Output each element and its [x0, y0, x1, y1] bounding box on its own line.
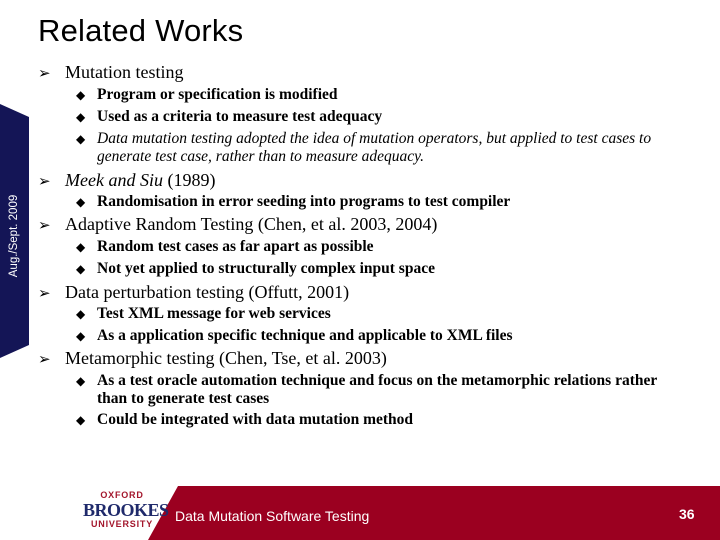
- sub-bullet: ◆ Test XML message for web services: [76, 305, 687, 323]
- sub-bullet: ◆ Could be integrated with data mutation…: [76, 411, 687, 429]
- logo-brookes: BROOKES: [83, 500, 169, 520]
- diamond-icon: ◆: [76, 240, 86, 254]
- diamond-icon: ◆: [76, 329, 86, 343]
- heading-authors: Meek and Siu: [65, 170, 163, 190]
- sub-bullet-text: Random test cases as far apart as possib…: [97, 238, 374, 255]
- sidebar-date-band: Aug./Sept. 2009: [0, 104, 29, 358]
- page-number: 36: [679, 506, 695, 522]
- bullet-heading: ➢ Adaptive Random Testing (Chen, et al. …: [38, 214, 437, 235]
- sub-bullet-text: Not yet applied to structurally complex …: [97, 260, 435, 277]
- sub-bullet-text: Used as a criteria to measure test adequ…: [97, 108, 383, 125]
- arrowhead-icon: ➢: [38, 172, 51, 190]
- sub-bullet: ◆ Used as a criteria to measure test ade…: [76, 108, 687, 126]
- arrowhead-icon: ➢: [38, 216, 51, 234]
- sub-bullet-text: As a test oracle automation technique an…: [97, 372, 657, 407]
- heading-year: (1989): [162, 170, 216, 190]
- diamond-icon: ◆: [76, 374, 86, 388]
- diamond-icon: ◆: [76, 195, 86, 209]
- sub-bullet: ◆ Randomisation in error seeding into pr…: [76, 193, 687, 211]
- sub-bullet-text: Program or specification is modified: [97, 86, 338, 103]
- sub-bullet: ◆ Data mutation testing adopted the idea…: [76, 130, 687, 166]
- sub-bullet: ◆ Random test cases as far apart as poss…: [76, 238, 687, 256]
- slide-title: Related Works: [38, 13, 244, 48]
- diamond-icon: ◆: [76, 413, 86, 427]
- diamond-icon: ◆: [76, 262, 86, 276]
- sub-bullet: ◆ Program or specification is modified: [76, 86, 687, 104]
- heading-text: Adaptive Random Testing (Chen, et al. 20…: [65, 214, 438, 234]
- sub-bullet: ◆ As a application specific technique an…: [76, 327, 687, 345]
- arrowhead-icon: ➢: [38, 64, 51, 82]
- sub-bullet-text: As a application specific technique and …: [97, 327, 513, 344]
- sidebar-date: Aug./Sept. 2009: [8, 194, 20, 278]
- sub-bullet-text: Could be integrated with data mutation m…: [97, 411, 414, 428]
- heading-text: Metamorphic testing (Chen, Tse, et al. 2…: [65, 348, 387, 368]
- bullet-heading: ➢ Metamorphic testing (Chen, Tse, et al.…: [38, 348, 387, 369]
- arrowhead-icon: ➢: [38, 350, 51, 368]
- sub-bullet-text: Data mutation testing adopted the idea o…: [97, 130, 652, 165]
- arrowhead-icon: ➢: [38, 284, 51, 302]
- footer-title: Data Mutation Software Testing: [175, 508, 370, 524]
- sub-bullet-text: Randomisation in error seeding into prog…: [97, 193, 511, 210]
- sub-bullet-text: Test XML message for web services: [97, 305, 331, 322]
- sub-bullet: ◆ Not yet applied to structurally comple…: [76, 260, 687, 278]
- sub-bullet: ◆ As a test oracle automation technique …: [76, 372, 687, 408]
- diamond-icon: ◆: [76, 110, 86, 124]
- university-logo: OXFORD BROOKES UNIVERSITY: [83, 490, 169, 529]
- logo-oxford: OXFORD: [100, 490, 144, 500]
- bullet-heading: ➢ Data perturbation testing (Offutt, 200…: [38, 282, 349, 303]
- heading-text: Data perturbation testing (Offutt, 2001): [65, 282, 350, 302]
- diamond-icon: ◆: [76, 307, 86, 321]
- bullet-heading: ➢ Meek and Siu (1989): [38, 170, 215, 191]
- diamond-icon: ◆: [76, 132, 86, 146]
- bullet-heading: ➢ Mutation testing: [38, 62, 184, 83]
- heading-text: Meek and Siu (1989): [65, 170, 215, 191]
- heading-text: Mutation testing: [65, 62, 184, 82]
- diamond-icon: ◆: [76, 88, 86, 102]
- logo-university: UNIVERSITY: [90, 519, 153, 529]
